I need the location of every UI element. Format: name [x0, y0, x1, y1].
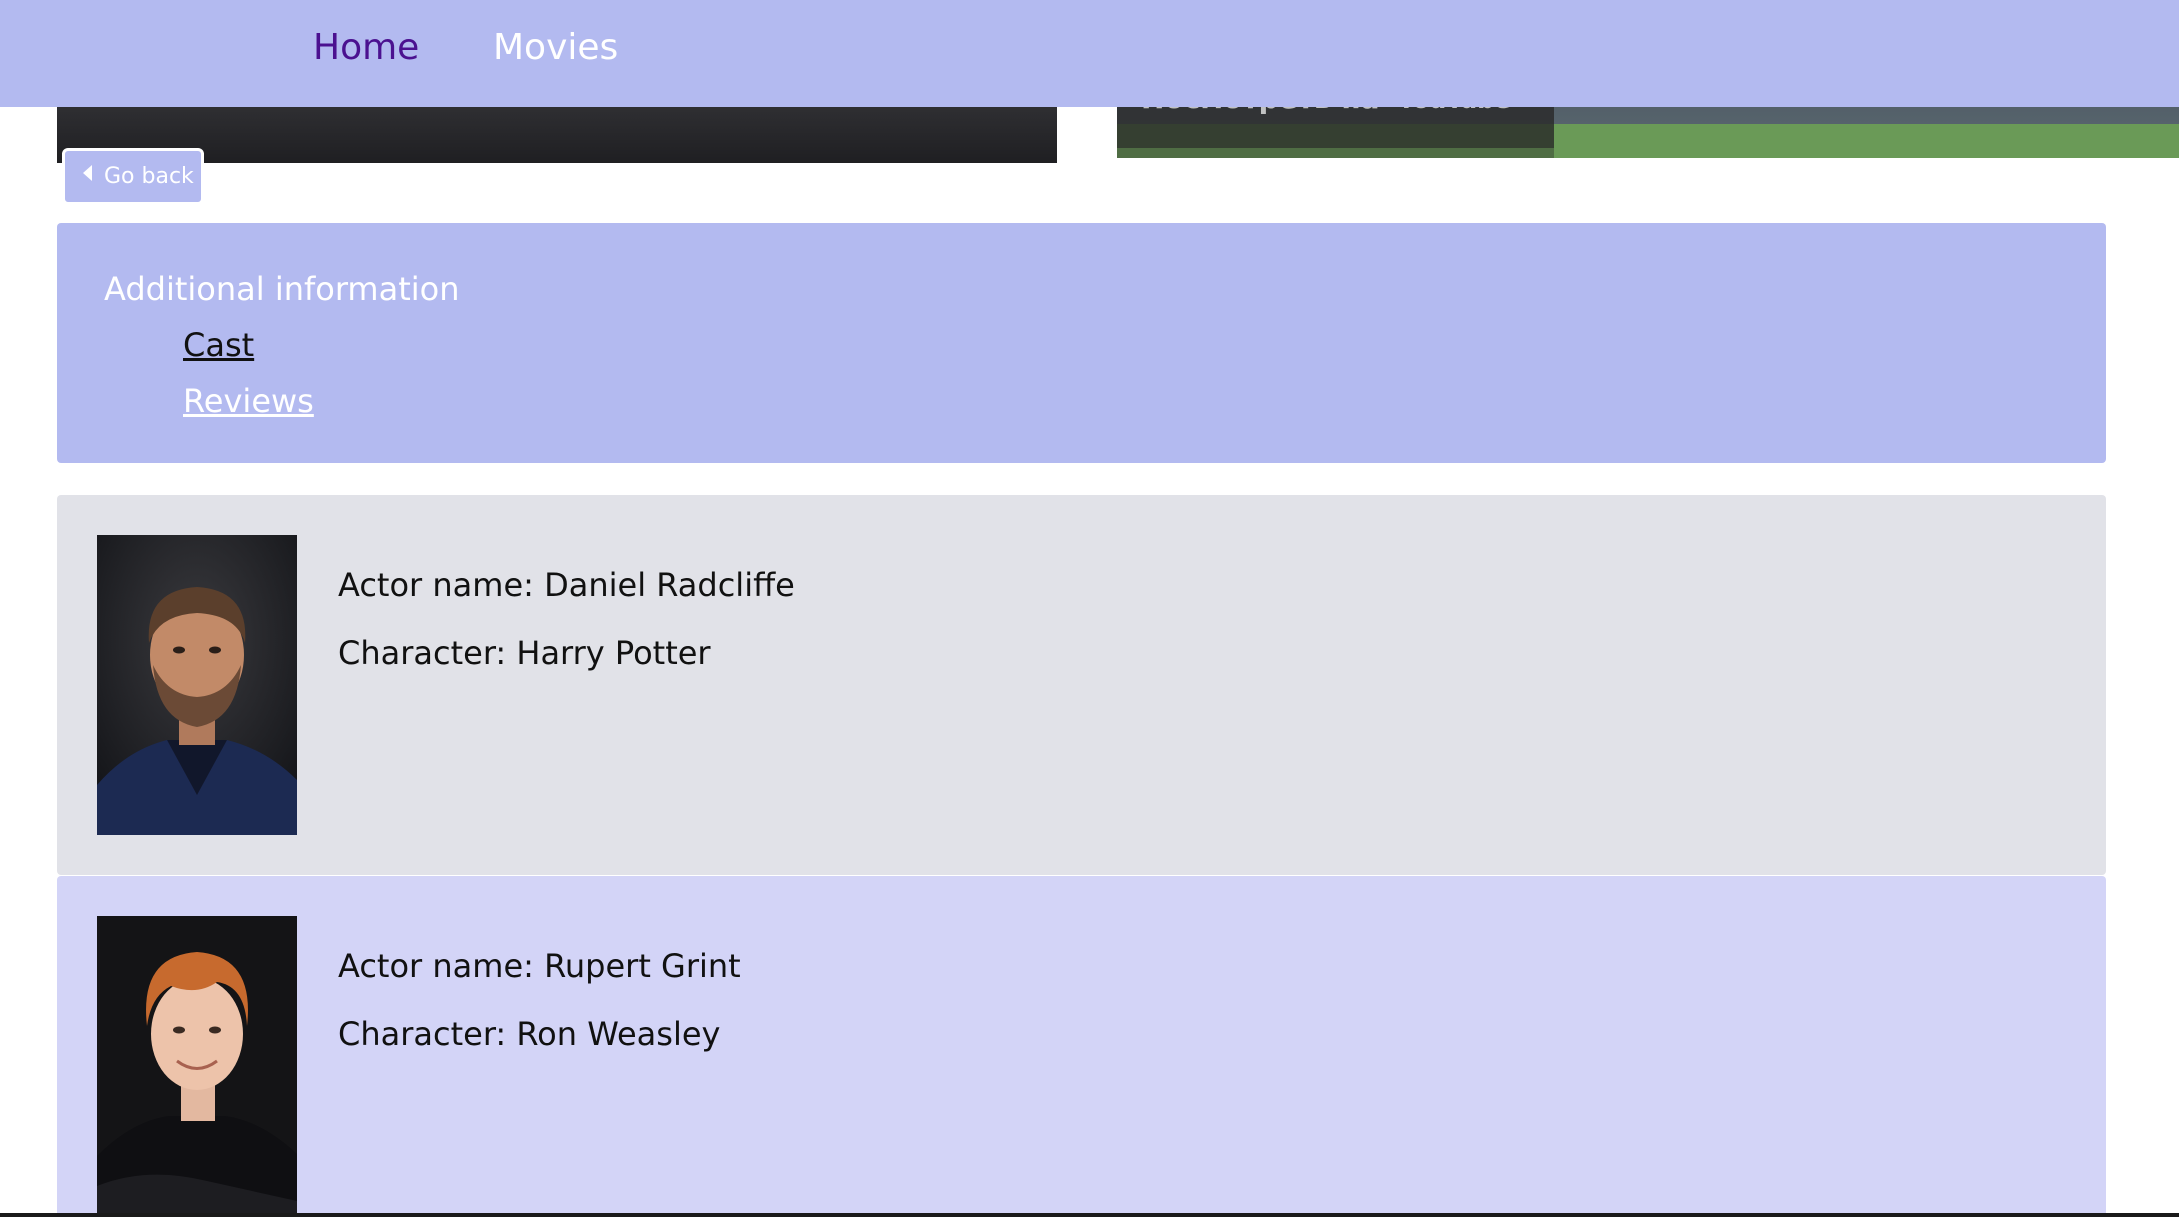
- video-overlay-shadow: [1117, 148, 1554, 158]
- caret-left-icon: [83, 165, 92, 181]
- go-back-button[interactable]: Go back: [62, 148, 204, 205]
- additional-info-title: Additional information: [104, 270, 460, 308]
- reviews-link[interactable]: Reviews: [183, 379, 314, 423]
- page-bottom-edge: [0, 1213, 2179, 1217]
- nav-movies-link[interactable]: Movies: [493, 22, 618, 74]
- actor-name: Actor name: Daniel Radcliffe: [338, 566, 795, 604]
- cast-list-item: Actor name: Daniel Radcliffe Character: …: [57, 495, 2106, 875]
- actor-portrait-image: [97, 916, 297, 1216]
- actor-name: Actor name: Rupert Grint: [338, 947, 741, 985]
- cast-link[interactable]: Cast: [183, 323, 254, 367]
- top-navigation: Home Movies: [0, 0, 2179, 107]
- go-back-label: Go back: [104, 164, 194, 189]
- actor-portrait-image: [97, 535, 297, 835]
- nav-home-link[interactable]: Home: [313, 22, 419, 74]
- additional-info-panel: Additional information Cast Reviews: [57, 223, 2106, 463]
- actor-photo: [97, 916, 297, 1216]
- character-name: Character: Harry Potter: [338, 634, 711, 672]
- page-root: Посмотреть наYouTube Home Movies Go back…: [0, 0, 2179, 1217]
- actor-photo: [97, 535, 297, 835]
- cast-list-item: Actor name: Rupert Grint Character: Ron …: [57, 876, 2106, 1217]
- character-name: Character: Ron Weasley: [338, 1015, 721, 1053]
